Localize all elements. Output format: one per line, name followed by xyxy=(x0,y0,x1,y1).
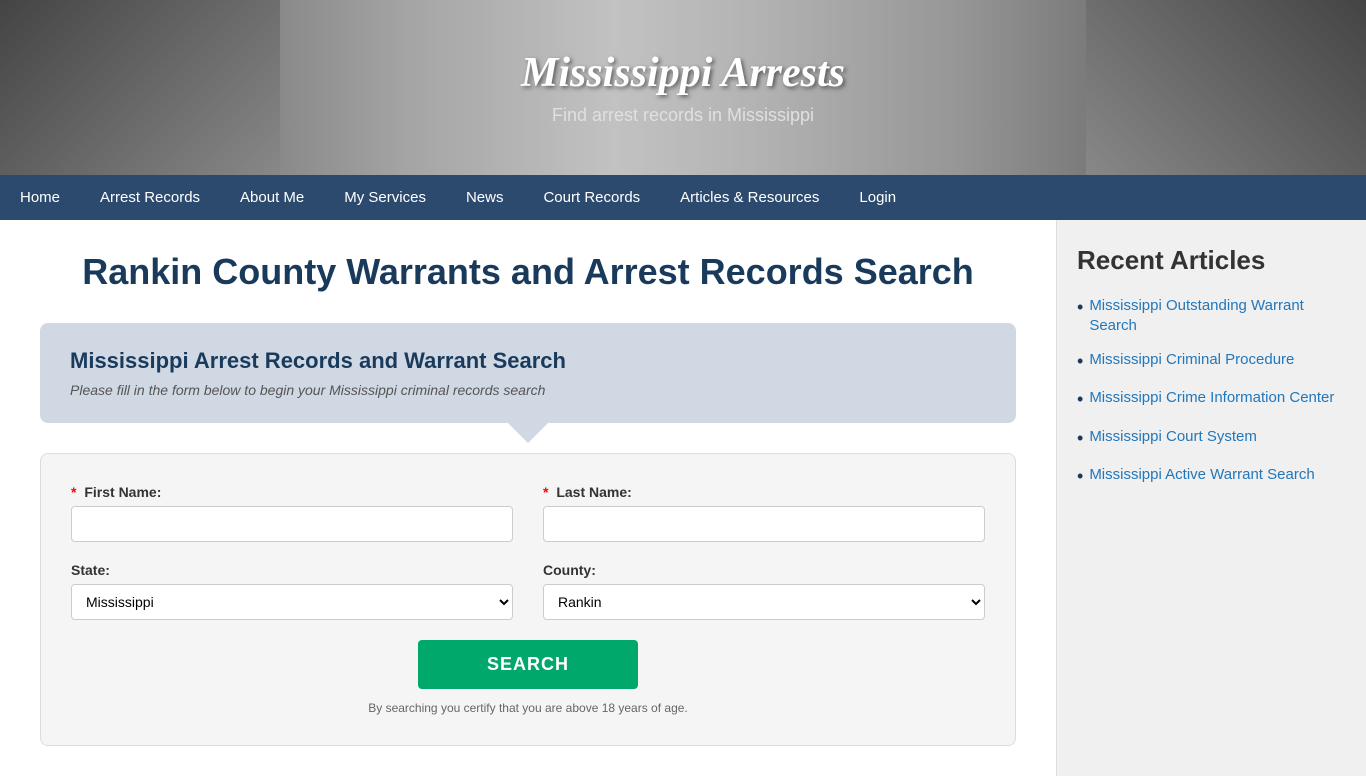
first-name-required-star: * xyxy=(71,484,76,500)
state-group: State: Mississippi xyxy=(71,562,513,620)
main-nav: Home Arrest Records About Me My Services… xyxy=(0,175,1366,220)
list-item: • Mississippi Outstanding Warrant Search xyxy=(1077,296,1346,335)
sidebar-title: Recent Articles xyxy=(1077,245,1346,276)
header-right-image xyxy=(1086,0,1366,175)
bullet-icon-5: • xyxy=(1077,465,1083,488)
bullet-icon-2: • xyxy=(1077,350,1083,373)
form-disclaimer: By searching you certify that you are ab… xyxy=(71,701,985,715)
site-header: Mississippi Arrests Find arrest records … xyxy=(0,0,1366,175)
search-banner-subtitle: Please fill in the form below to begin y… xyxy=(70,382,986,398)
article-link-3[interactable]: Mississippi Crime Information Center xyxy=(1089,388,1334,408)
nav-link-court-records[interactable]: Court Records xyxy=(523,175,660,220)
article-link-1[interactable]: Mississippi Outstanding Warrant Search xyxy=(1089,296,1346,335)
last-name-group: * Last Name: xyxy=(543,484,985,542)
last-name-input[interactable] xyxy=(543,506,985,542)
first-name-label-text: First Name: xyxy=(84,484,161,500)
name-row: * First Name: * Last Name: xyxy=(71,484,985,542)
site-title: Mississippi Arrests xyxy=(521,49,845,97)
county-select[interactable]: Rankin xyxy=(543,584,985,620)
recent-articles-list: • Mississippi Outstanding Warrant Search… xyxy=(1077,296,1346,489)
first-name-label: * First Name: xyxy=(71,484,513,500)
first-name-group: * First Name: xyxy=(71,484,513,542)
nav-item-home[interactable]: Home xyxy=(0,175,80,220)
last-name-label-text: Last Name: xyxy=(556,484,631,500)
list-item: • Mississippi Active Warrant Search xyxy=(1077,465,1346,488)
nav-link-home[interactable]: Home xyxy=(0,175,80,220)
nav-item-court-records[interactable]: Court Records xyxy=(523,175,660,220)
search-banner: Mississippi Arrest Records and Warrant S… xyxy=(40,323,1016,423)
county-group: County: Rankin xyxy=(543,562,985,620)
last-name-required-star: * xyxy=(543,484,548,500)
bullet-icon-3: • xyxy=(1077,388,1083,411)
article-link-4[interactable]: Mississippi Court System xyxy=(1089,427,1257,447)
county-label: County: xyxy=(543,562,985,578)
bullet-icon-4: • xyxy=(1077,427,1083,450)
list-item: • Mississippi Court System xyxy=(1077,427,1346,450)
list-item: • Mississippi Criminal Procedure xyxy=(1077,350,1346,373)
state-select[interactable]: Mississippi xyxy=(71,584,513,620)
site-subtitle: Find arrest records in Mississippi xyxy=(521,105,845,126)
last-name-label: * Last Name: xyxy=(543,484,985,500)
article-link-5[interactable]: Mississippi Active Warrant Search xyxy=(1089,465,1314,485)
nav-item-articles[interactable]: Articles & Resources xyxy=(660,175,839,220)
nav-link-arrest-records[interactable]: Arrest Records xyxy=(80,175,220,220)
nav-item-login[interactable]: Login xyxy=(839,175,916,220)
nav-link-news[interactable]: News xyxy=(446,175,524,220)
location-row: State: Mississippi County: Rankin xyxy=(71,562,985,620)
nav-item-services[interactable]: My Services xyxy=(324,175,446,220)
list-item: • Mississippi Crime Information Center xyxy=(1077,388,1346,411)
nav-link-services[interactable]: My Services xyxy=(324,175,446,220)
bullet-icon-1: • xyxy=(1077,296,1083,319)
nav-link-articles[interactable]: Articles & Resources xyxy=(660,175,839,220)
nav-item-news[interactable]: News xyxy=(446,175,524,220)
nav-link-login[interactable]: Login xyxy=(839,175,916,220)
page-title: Rankin County Warrants and Arrest Record… xyxy=(40,250,1016,293)
nav-item-about-me[interactable]: About Me xyxy=(220,175,324,220)
first-name-input[interactable] xyxy=(71,506,513,542)
nav-item-arrest-records[interactable]: Arrest Records xyxy=(80,175,220,220)
search-banner-title: Mississippi Arrest Records and Warrant S… xyxy=(70,348,986,374)
search-form-container: * First Name: * Last Name: State: xyxy=(40,453,1016,746)
sidebar: Recent Articles • Mississippi Outstandin… xyxy=(1056,220,1366,776)
main-container: Rankin County Warrants and Arrest Record… xyxy=(0,220,1366,776)
nav-link-about-me[interactable]: About Me xyxy=(220,175,324,220)
search-button[interactable]: SEARCH xyxy=(418,640,638,689)
article-link-2[interactable]: Mississippi Criminal Procedure xyxy=(1089,350,1294,370)
state-label: State: xyxy=(71,562,513,578)
content-area: Rankin County Warrants and Arrest Record… xyxy=(0,220,1056,776)
header-left-image xyxy=(0,0,280,175)
header-content: Mississippi Arrests Find arrest records … xyxy=(521,49,845,126)
